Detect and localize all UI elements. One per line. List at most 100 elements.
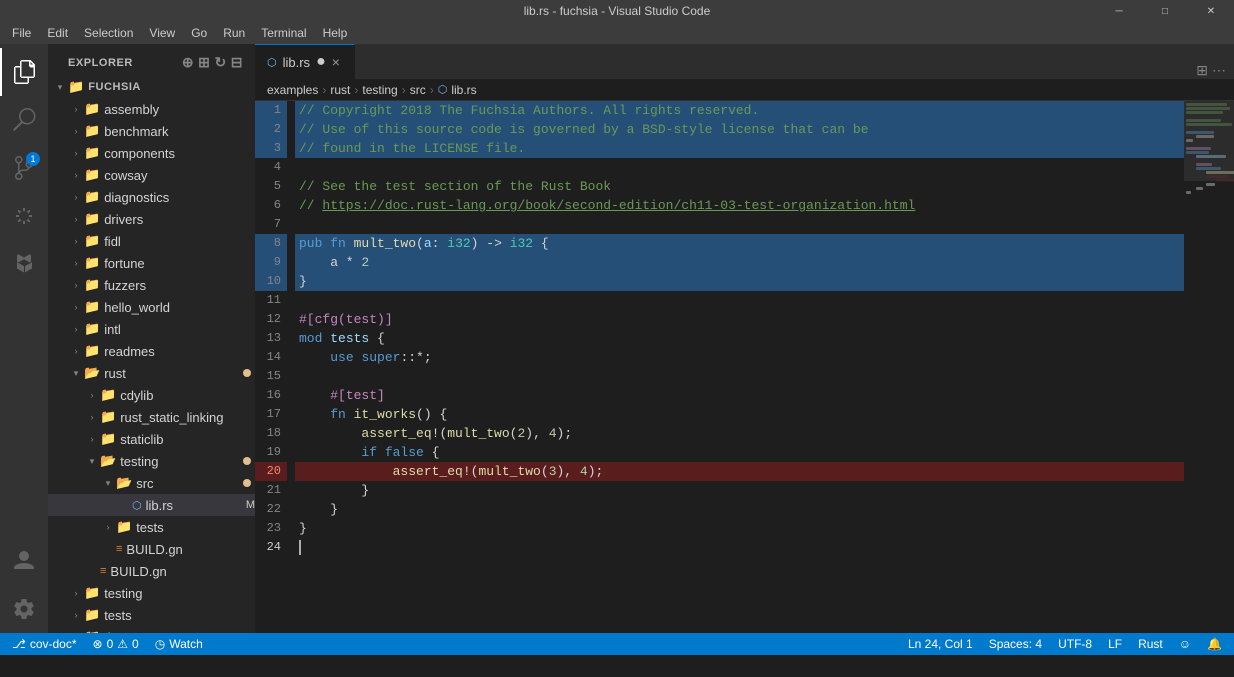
line-number: 22 — [255, 500, 287, 519]
git-branch-status[interactable]: ⎇ cov-doc* — [8, 633, 81, 655]
sidebar-item-tests-nested[interactable]: › 📁 tests — [48, 516, 255, 538]
sidebar-item-fuzzers[interactable]: › 📁 fuzzers — [48, 274, 255, 296]
breadcrumb-part[interactable]: examples — [267, 83, 318, 97]
sidebar-item-diagnostics[interactable]: › 📁 diagnostics — [48, 186, 255, 208]
sidebar-item-hello-world[interactable]: › 📁 hello_world — [48, 296, 255, 318]
encoding-status[interactable]: UTF-8 — [1054, 633, 1096, 655]
watch-status[interactable]: ◷ Watch — [151, 633, 207, 655]
activity-search[interactable] — [0, 96, 48, 144]
eol-label: LF — [1108, 637, 1122, 651]
error-status[interactable]: ⊗ 0 ⚠ 0 — [89, 633, 143, 655]
feedback-icon[interactable]: ☺ — [1175, 633, 1195, 655]
breadcrumb-sep: › — [322, 83, 326, 97]
cursor-position-status[interactable]: Ln 24, Col 1 — [904, 633, 977, 655]
activity-settings[interactable] — [0, 585, 48, 633]
sidebar-item-testing[interactable]: ▾ 📂 testing — [48, 450, 255, 472]
menu-help[interactable]: Help — [315, 24, 356, 42]
menubar: File Edit Selection View Go Run Terminal… — [0, 22, 1234, 44]
sidebar-item-drivers[interactable]: › 📁 drivers — [48, 208, 255, 230]
sidebar-item-rust[interactable]: ▾ 📂 rust — [48, 362, 255, 384]
menu-selection[interactable]: Selection — [76, 24, 141, 42]
sidebar-item-build-gn-testing[interactable]: › ≡ BUILD.gn — [48, 538, 255, 560]
activity-account[interactable] — [0, 537, 48, 585]
sidebar-item-tests-l1[interactable]: › 📁 tests — [48, 604, 255, 626]
sidebar-item-time[interactable]: › 📁 time — [48, 626, 255, 633]
activity-extensions[interactable] — [0, 240, 48, 288]
sidebar-actions: ⊕ ⊞ ↻ ⊟ — [182, 54, 243, 71]
maximize-button[interactable]: □ — [1142, 0, 1188, 22]
breadcrumb-part[interactable]: testing — [362, 83, 397, 97]
sidebar-item-readmes[interactable]: › 📁 readmes — [48, 340, 255, 362]
chevron-right-icon: › — [68, 277, 84, 293]
sidebar-item-build-gn-rust[interactable]: › ≡ BUILD.gn — [48, 560, 255, 582]
sidebar-item-cowsay[interactable]: › 📁 cowsay — [48, 164, 255, 186]
tab-close-button[interactable]: × — [332, 55, 340, 69]
menu-run[interactable]: Run — [215, 24, 253, 42]
menu-file[interactable]: File — [4, 24, 39, 42]
code-line-error: assert_eq!(mult_two(3), 4); — [295, 462, 1184, 481]
code-editor[interactable]: 1 2 3 4 5 6 7 8 9 10 11 12 13 14 15 16 1… — [255, 101, 1234, 633]
minimize-button[interactable]: ─ — [1096, 0, 1142, 22]
new-file-icon[interactable]: ⊕ — [182, 54, 194, 71]
close-button[interactable]: ✕ — [1188, 0, 1234, 22]
chevron-down-icon: ▾ — [68, 365, 84, 381]
watch-icon: ◷ — [155, 637, 165, 651]
sidebar-item-benchmark[interactable]: › 📁 benchmark — [48, 120, 255, 142]
encoding-label: UTF-8 — [1058, 637, 1092, 651]
new-folder-icon[interactable]: ⊞ — [198, 54, 210, 71]
refresh-icon[interactable]: ↻ — [214, 54, 226, 71]
more-actions-icon[interactable]: ⋯ — [1212, 62, 1226, 79]
menu-go[interactable]: Go — [183, 24, 215, 42]
line-number: 18 — [255, 424, 287, 443]
line-number: 10 — [255, 272, 287, 291]
language-status[interactable]: Rust — [1134, 633, 1167, 655]
code-line: pub fn mult_two(a: i32) -> i32 { — [295, 234, 1184, 253]
line-number: 6 — [255, 196, 287, 215]
sidebar-item-testing-l1[interactable]: › 📁 testing — [48, 582, 255, 604]
breadcrumb-file[interactable]: lib.rs — [451, 83, 476, 97]
code-content[interactable]: // Copyright 2018 The Fuchsia Authors. A… — [295, 101, 1184, 633]
code-line: // Copyright 2018 The Fuchsia Authors. A… — [295, 101, 1184, 120]
tree-root-fuchsia[interactable]: ▾ 📁 FUCHSIA — [48, 76, 255, 98]
menu-edit[interactable]: Edit — [39, 24, 76, 42]
menu-view[interactable]: View — [141, 24, 183, 42]
menu-terminal[interactable]: Terminal — [253, 24, 314, 42]
sidebar-item-components[interactable]: › 📁 components — [48, 142, 255, 164]
indent-status[interactable]: Spaces: 4 — [985, 633, 1046, 655]
sidebar-item-librs[interactable]: › ⬡ lib.rs M — [48, 494, 255, 516]
tree-label: tests — [136, 520, 255, 535]
sidebar-item-intl[interactable]: › 📁 intl — [48, 318, 255, 340]
code-line — [295, 158, 1184, 177]
breadcrumb-part[interactable]: rust — [330, 83, 350, 97]
collapse-icon[interactable]: ⊟ — [231, 54, 243, 71]
sidebar-item-fortune[interactable]: › 📁 fortune — [48, 252, 255, 274]
bell-icon: 🔔 — [1207, 637, 1222, 651]
tree-label: assembly — [104, 102, 255, 117]
build-file-icon: ≡ — [116, 543, 122, 555]
line-number: 12 — [255, 310, 287, 329]
tree-label: components — [104, 146, 255, 161]
activity-explorer[interactable] — [0, 48, 48, 96]
folder-open-icon: 📂 — [100, 453, 116, 469]
chevron-right-icon: › — [84, 431, 100, 447]
code-line: use super::*; — [295, 348, 1184, 367]
sidebar-item-rust-static-linking[interactable]: › 📁 rust_static_linking — [48, 406, 255, 428]
notification-status[interactable]: 🔔 — [1203, 633, 1226, 655]
eol-status[interactable]: LF — [1104, 633, 1126, 655]
tab-librs[interactable]: ⬡ lib.rs ● × — [255, 44, 355, 79]
sidebar-item-staticlib[interactable]: › 📁 staticlib — [48, 428, 255, 450]
activity-debug[interactable] — [0, 192, 48, 240]
code-line: assert_eq!(mult_two(2), 4); — [295, 424, 1184, 443]
sidebar-item-src[interactable]: ▾ 📂 src — [48, 472, 255, 494]
tree-label: rust_static_linking — [120, 410, 255, 425]
sidebar-item-assembly[interactable]: › 📁 assembly — [48, 98, 255, 120]
warning-icon: ⚠ — [117, 637, 128, 651]
sidebar-item-cdylib[interactable]: › 📁 cdylib — [48, 384, 255, 406]
folder-icon: 📁 — [84, 277, 100, 293]
activity-source-control[interactable]: 1 — [0, 144, 48, 192]
folder-icon: 📁 — [84, 255, 100, 271]
split-editor-icon[interactable]: ⊞ — [1196, 62, 1208, 79]
tree-label: cdylib — [120, 388, 255, 403]
breadcrumb-part[interactable]: src — [410, 83, 426, 97]
sidebar-item-fidl[interactable]: › 📁 fidl — [48, 230, 255, 252]
